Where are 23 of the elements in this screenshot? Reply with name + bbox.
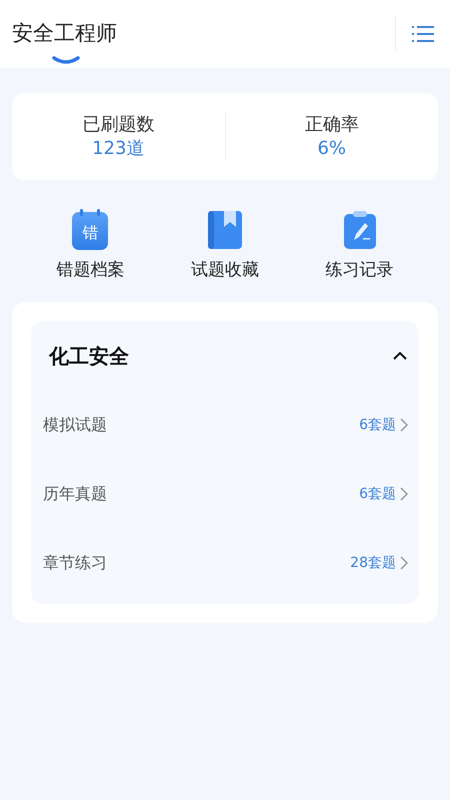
stat-label: 已刷题数 xyxy=(82,112,154,136)
tab-indicator xyxy=(52,56,80,64)
shortcut-button[interactable]: 试题收藏 xyxy=(158,208,292,284)
icon-label: 错 xyxy=(82,224,98,240)
title-tab[interactable]: 安全工程师 xyxy=(12,0,117,68)
shortcut-button[interactable]: 练习记录 xyxy=(292,208,428,284)
category-header[interactable]: 化工安全 xyxy=(31,320,419,390)
menu-icon xyxy=(412,25,434,43)
category-row[interactable]: 历年真题 6套题 xyxy=(31,460,419,528)
count-label: 28套题 xyxy=(350,554,396,572)
stat-value: 123道 xyxy=(92,136,144,160)
clipboard-pencil-icon xyxy=(342,210,377,250)
count-label: 6套题 xyxy=(359,484,396,504)
stat-label: 正确率 xyxy=(304,112,359,136)
chevron-right-icon xyxy=(400,487,408,501)
category-row[interactable]: 模拟试题 6套题 xyxy=(31,390,419,460)
chevron-right-icon xyxy=(400,556,408,570)
count-label: 6套题 xyxy=(359,416,396,434)
chevron-right-icon xyxy=(400,418,408,432)
category-row[interactable]: 章节练习 28套题 xyxy=(31,528,419,598)
book-icon xyxy=(207,210,243,250)
shortcut-button[interactable]: 错 错题档案 xyxy=(23,208,158,284)
stat-value: 6% xyxy=(317,136,346,160)
